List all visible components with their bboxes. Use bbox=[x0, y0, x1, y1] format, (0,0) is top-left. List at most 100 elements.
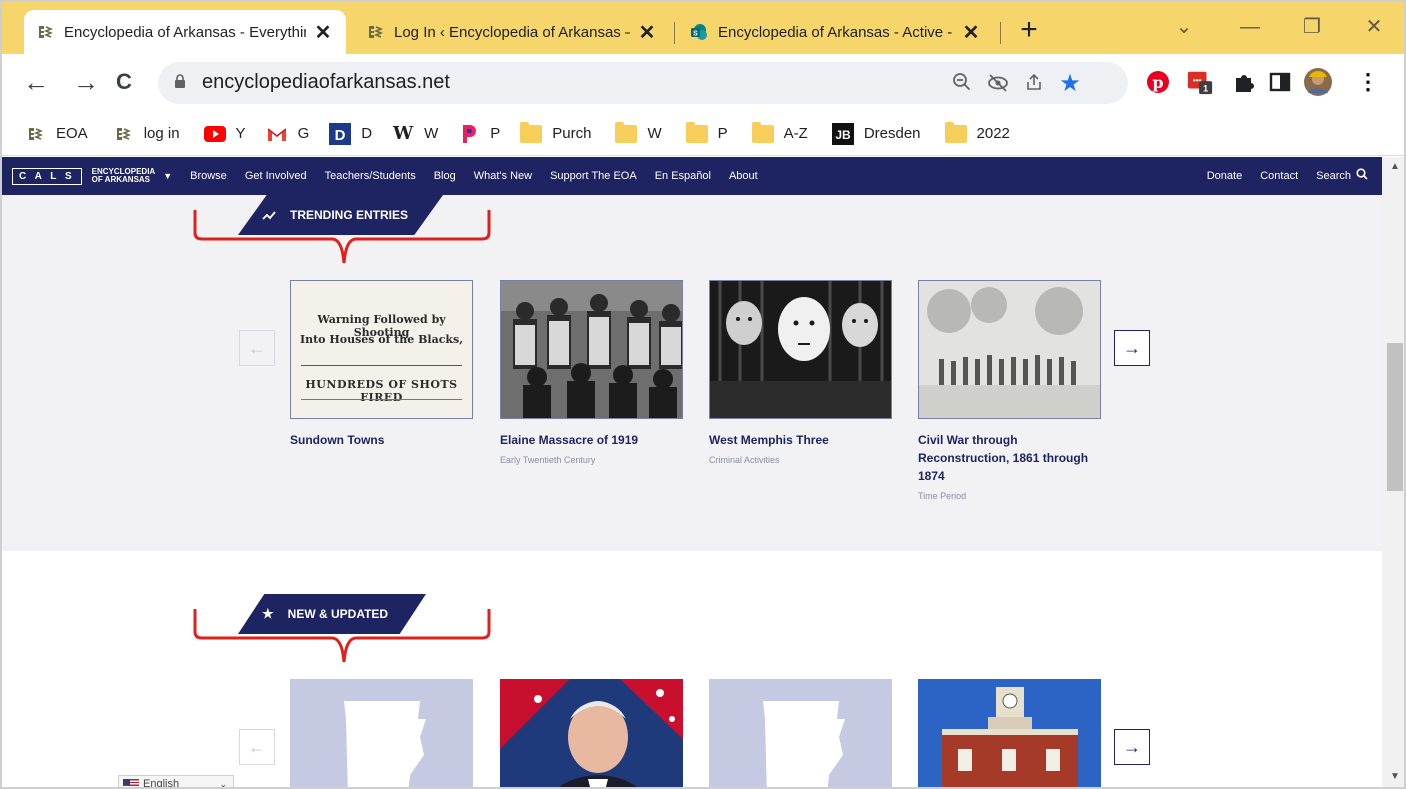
new-card-3[interactable] bbox=[709, 679, 892, 787]
card-title[interactable]: Civil War through Reconstruction, 1861 t… bbox=[918, 431, 1101, 485]
close-window-button[interactable]: ✕ bbox=[1354, 14, 1394, 40]
tab-title: Encyclopedia of Arkansas - Active - All … bbox=[718, 23, 954, 41]
new-tab-button[interactable]: + bbox=[1014, 15, 1044, 46]
minimize-button[interactable]: — bbox=[1230, 14, 1270, 40]
nav-whats-new[interactable]: What's New bbox=[474, 170, 532, 182]
search-icon[interactable] bbox=[1356, 167, 1368, 185]
folder-icon bbox=[685, 121, 708, 145]
language-selector[interactable]: English ⌄ bbox=[118, 775, 234, 789]
browser-toolbar: ← → C encyclopediaofarkansas.net ★ p •••… bbox=[2, 54, 1404, 112]
zoom-icon[interactable] bbox=[950, 72, 974, 96]
tab-title: Encyclopedia of Arkansas - Everything t bbox=[64, 23, 306, 41]
nav-about[interactable]: About bbox=[729, 170, 758, 182]
folder-icon bbox=[615, 121, 638, 145]
reload-button[interactable]: C bbox=[108, 66, 140, 98]
nav-contact[interactable]: Contact bbox=[1260, 170, 1298, 182]
tracking-blocked-icon[interactable] bbox=[986, 72, 1010, 96]
tab-search-dropdown-icon[interactable]: ⌄ bbox=[1164, 14, 1204, 40]
card-title[interactable]: West Memphis Three bbox=[709, 431, 892, 449]
bookmark-dresden[interactable]: JB Dresden bbox=[831, 120, 921, 148]
extension-chat-icon[interactable]: ••• 1 bbox=[1186, 68, 1214, 96]
url-text: encyclopediaofarkansas.net bbox=[202, 71, 450, 93]
bookmark-star-icon[interactable]: ★ bbox=[1058, 72, 1082, 96]
us-flag-icon bbox=[123, 779, 139, 787]
eoa-logo[interactable]: ENCYCLOPEDIA OF ARKANSAS bbox=[92, 168, 156, 184]
bookmark-wikipedia[interactable]: W W bbox=[392, 120, 438, 148]
bookmark-youtube[interactable]: Y bbox=[203, 120, 246, 148]
tab-login[interactable]: Log In ‹ Encyclopedia of Arkansas — W ✕ bbox=[354, 10, 670, 54]
bookmark-folder-purch[interactable]: Purch bbox=[520, 120, 591, 148]
civil-war-soldiers-image bbox=[918, 280, 1101, 419]
trending-card-west-memphis-three[interactable]: West Memphis Three Criminal Activities bbox=[709, 280, 892, 465]
new-card-2[interactable] bbox=[500, 679, 683, 787]
new-next-arrow[interactable]: → bbox=[1114, 729, 1150, 765]
caret-down-icon[interactable]: ▼ bbox=[163, 171, 172, 181]
bookmark-login[interactable]: log in bbox=[112, 120, 180, 148]
scroll-up-arrow-icon[interactable]: ▲ bbox=[1382, 161, 1404, 175]
newspaper-clipping-image: Warning Followed by Shooting Into Houses… bbox=[290, 280, 473, 419]
back-button[interactable]: ← bbox=[20, 66, 52, 98]
nav-browse[interactable]: Browse bbox=[190, 170, 227, 182]
site-navbar: C A L S ENCYCLOPEDIA OF ARKANSAS ▼ Brows… bbox=[2, 157, 1382, 195]
pinterest-icon[interactable]: p bbox=[1144, 68, 1172, 96]
trending-card-civil-war[interactable]: Civil War through Reconstruction, 1861 t… bbox=[918, 280, 1101, 501]
bookmark-gmail[interactable]: G bbox=[266, 120, 310, 148]
nav-support-eoa[interactable]: Support The EOA bbox=[550, 170, 637, 182]
bookmark-label: Dresden bbox=[863, 125, 921, 142]
nav-search[interactable]: Search bbox=[1316, 170, 1351, 182]
scroll-down-arrow-icon[interactable]: ▼ bbox=[1382, 771, 1404, 785]
bookmark-label: Purch bbox=[552, 125, 592, 142]
bookmark-eoa[interactable]: EOA bbox=[24, 120, 88, 148]
nav-teachers-students[interactable]: Teachers/Students bbox=[325, 170, 416, 182]
trending-card-elaine-massacre[interactable]: Elaine Massacre of 1919 Early Twentieth … bbox=[500, 280, 683, 465]
card-category[interactable]: Time Period bbox=[918, 491, 1101, 501]
bookmark-p[interactable]: P bbox=[458, 120, 500, 148]
bookmark-folder-a-z[interactable]: A-Z bbox=[751, 120, 808, 148]
bookmark-folder-w[interactable]: W bbox=[615, 120, 662, 148]
tab-separator bbox=[1000, 22, 1001, 44]
profile-avatar[interactable] bbox=[1302, 66, 1334, 98]
forward-button[interactable]: → bbox=[70, 66, 102, 98]
page-scrollbar[interactable]: ▲ ▼ bbox=[1382, 157, 1404, 787]
address-bar[interactable]: encyclopediaofarkansas.net ★ bbox=[158, 62, 1128, 104]
scroll-thumb[interactable] bbox=[1387, 343, 1403, 491]
tab-sharepoint[interactable]: S Encyclopedia of Arkansas - Active - Al… bbox=[678, 10, 994, 54]
new-card-1[interactable] bbox=[290, 679, 473, 787]
side-panel-icon[interactable] bbox=[1266, 68, 1294, 96]
svg-text:S: S bbox=[693, 31, 698, 38]
puzzle-extensions-icon[interactable] bbox=[1230, 68, 1258, 96]
menu-kebab-icon[interactable]: ⋮ bbox=[1354, 68, 1382, 96]
trending-next-arrow[interactable]: → bbox=[1114, 330, 1150, 366]
card-title[interactable]: Sundown Towns bbox=[290, 431, 473, 449]
new-prev-arrow[interactable]: ← bbox=[239, 729, 275, 765]
news-headline-2: Into Houses of the Blacks, bbox=[299, 333, 464, 346]
tab-separator bbox=[674, 22, 675, 44]
nav-get-involved[interactable]: Get Involved bbox=[245, 170, 307, 182]
close-tab-icon[interactable]: ✕ bbox=[636, 21, 658, 44]
language-label: English bbox=[143, 778, 180, 789]
nav-en-espanol[interactable]: En Español bbox=[655, 170, 711, 182]
bookmark-label: P bbox=[717, 125, 728, 142]
nav-blog[interactable]: Blog bbox=[434, 170, 456, 182]
cals-logo[interactable]: C A L S bbox=[12, 167, 82, 185]
nav-donate[interactable]: Donate bbox=[1207, 170, 1242, 182]
bookmark-d[interactable]: D D bbox=[329, 120, 372, 148]
tab-encyclopedia-home[interactable]: Encyclopedia of Arkansas - Everything t … bbox=[24, 10, 346, 54]
close-tab-icon[interactable]: ✕ bbox=[312, 21, 334, 44]
bookmark-label: log in bbox=[143, 125, 180, 142]
tab-strip: Encyclopedia of Arkansas - Everything t … bbox=[2, 2, 1404, 54]
close-tab-icon[interactable]: ✕ bbox=[960, 21, 982, 44]
restore-button[interactable]: ❐ bbox=[1292, 14, 1332, 40]
new-card-4[interactable] bbox=[918, 679, 1101, 787]
red-bracket-annotation bbox=[193, 210, 491, 264]
trending-card-sundown-towns[interactable]: Warning Followed by Shooting Into Houses… bbox=[290, 280, 473, 449]
card-category[interactable]: Criminal Activities bbox=[709, 455, 892, 465]
card-category[interactable]: Early Twentieth Century bbox=[500, 455, 683, 465]
eoa-favicon-icon bbox=[366, 23, 384, 41]
card-title[interactable]: Elaine Massacre of 1919 bbox=[500, 431, 683, 449]
bookmark-label: G bbox=[297, 125, 310, 142]
trending-prev-arrow[interactable]: ← bbox=[239, 330, 275, 366]
share-icon[interactable] bbox=[1022, 72, 1046, 96]
bookmark-folder-p[interactable]: P bbox=[685, 120, 728, 148]
bookmark-folder-2022[interactable]: 2022 bbox=[944, 120, 1010, 148]
